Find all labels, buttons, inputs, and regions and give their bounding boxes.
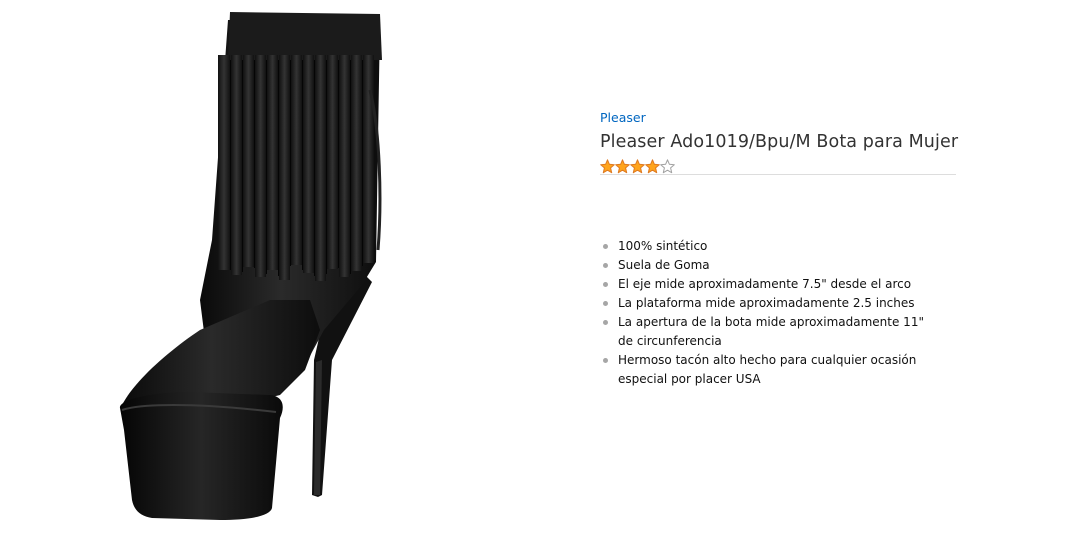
product-page: Pleaser Pleaser Ado1019/Bpu/M Bota para … [0,0,1080,534]
feature-bullet-item: Hermoso tacón alto hecho para cualquier … [600,351,940,389]
product-image[interactable] [100,0,420,534]
star-rating[interactable] [600,158,956,175]
stars-row [600,158,956,174]
product-info: Pleaser Pleaser Ado1019/Bpu/M Bota para … [600,107,960,389]
star-filled-icon [645,158,660,173]
feature-bullet-item: La apertura de la bota mide aproximadame… [600,313,940,351]
feature-bullets: 100% sintético Suela de Goma El eje mide a… [600,237,940,389]
star-filled-icon [600,158,615,173]
feature-bullet-item: La plataforma mide aproximadamente 2.5 i… [600,294,940,313]
feature-bullet-item: 100% sintético [600,237,940,256]
feature-bullet-item: El eje mide aproximadamente 7.5" desde e… [600,275,940,294]
brand-link[interactable]: Pleaser [600,109,646,126]
star-filled-icon [615,158,630,173]
star-empty-icon [660,158,675,173]
feature-bullet-item: Suela de Goma [600,256,940,275]
boot-image-icon [119,12,382,520]
star-filled-icon [630,158,645,173]
product-title: Pleaser Ado1019/Bpu/M Bota para Mujer [600,132,959,152]
